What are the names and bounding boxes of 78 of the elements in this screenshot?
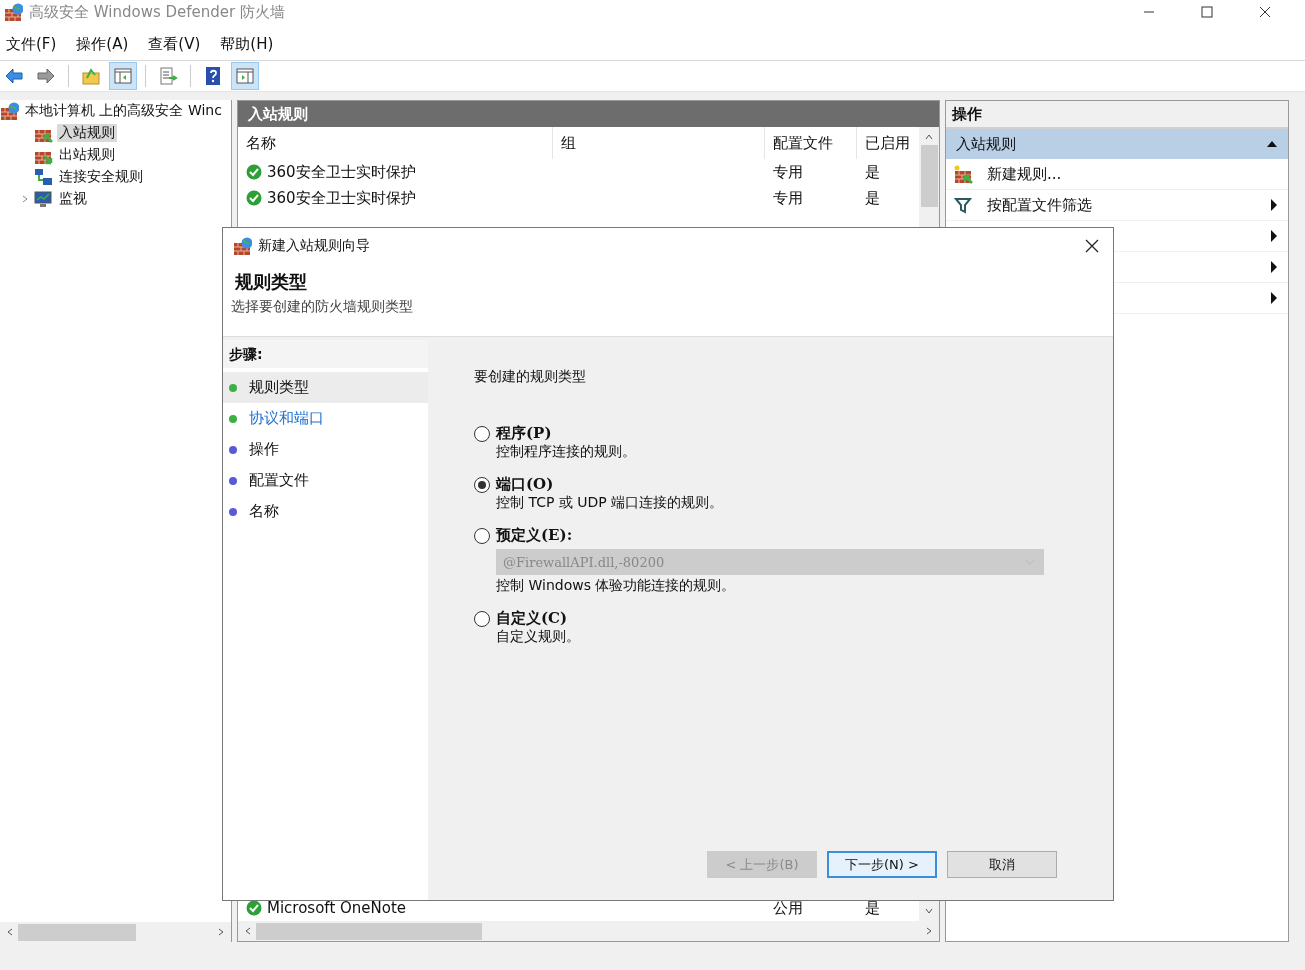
export-list-icon xyxy=(158,66,178,86)
prompt-text: 要创建的规则类型 xyxy=(474,368,587,386)
radio-option[interactable]: 程序(P) xyxy=(474,424,1113,443)
column-header[interactable]: 名称 xyxy=(238,127,553,159)
tree-item[interactable]: 出站规则 xyxy=(57,146,117,164)
menu-item[interactable]: 查看(V) xyxy=(148,34,201,54)
maximize-icon xyxy=(1201,6,1213,18)
menu-item[interactable]: 文件(F) xyxy=(6,34,57,54)
scroll-thumb[interactable] xyxy=(18,923,136,941)
horizontal-scrollbar[interactable] xyxy=(0,922,231,942)
computers-icon xyxy=(34,167,53,187)
radio-option[interactable]: 端口(O) xyxy=(474,475,1113,494)
horizontal-scrollbar[interactable] xyxy=(238,921,939,941)
wizard-button[interactable]: 下一步(N) > xyxy=(827,851,937,878)
column-header[interactable]: 配置文件 xyxy=(765,127,857,159)
column-header[interactable]: 组 xyxy=(553,127,765,159)
action-link[interactable]: 按配置文件筛选 xyxy=(987,195,1256,215)
tree-item[interactable]: 连接安全规则 xyxy=(57,168,145,186)
scroll-up-icon xyxy=(925,133,933,141)
table-cell: 360安全卫士实时保护 xyxy=(267,188,416,208)
table-cell: 是 xyxy=(865,188,880,208)
table-cell: 是 xyxy=(865,898,880,918)
step-item[interactable]: 规则类型 xyxy=(223,372,428,403)
option-description: 自定义规则。 xyxy=(495,628,581,646)
menu-item[interactable]: 操作(A) xyxy=(76,34,129,54)
column-header[interactable]: 已启用 xyxy=(857,127,917,159)
option-description: 控制 TCP 或 UDP 端口连接的规则。 xyxy=(495,494,725,512)
show-tree-icon xyxy=(113,66,133,86)
table-cell: 专用 xyxy=(773,188,803,208)
table-cell: 360安全卫士实时保护 xyxy=(267,162,416,182)
check-icon xyxy=(246,190,262,206)
dialog-title: 新建入站规则向导 xyxy=(258,237,370,255)
folder-up-icon xyxy=(81,66,101,86)
panel-header: 操作 xyxy=(946,101,1288,129)
scroll-left-icon xyxy=(6,928,14,936)
scroll-thumb[interactable] xyxy=(256,922,482,940)
section-header[interactable]: 入站规则 xyxy=(946,129,1288,159)
step-item[interactable]: 协议和端口 xyxy=(223,403,428,434)
table-cell: 公用 xyxy=(773,898,803,918)
new-firewall-icon xyxy=(954,164,973,184)
window-title: 高级安全 Windows Defender 防火墙 xyxy=(29,2,285,22)
table-cell: 专用 xyxy=(773,162,803,182)
scroll-right-icon xyxy=(217,928,225,936)
action-link[interactable]: 新建规则... xyxy=(987,164,1278,184)
filter-icon xyxy=(954,195,973,215)
wizard-button[interactable]: 取消 xyxy=(947,851,1057,878)
menu-item[interactable]: 帮助(H) xyxy=(220,34,274,54)
scroll-thumb[interactable] xyxy=(920,145,938,207)
firewall-globe-icon xyxy=(4,2,23,22)
tree-item[interactable]: 入站规则 xyxy=(57,124,117,142)
table-cell: 是 xyxy=(865,162,880,182)
scroll-right-icon xyxy=(925,927,933,935)
show-actions-icon xyxy=(235,66,255,86)
close-icon xyxy=(1259,6,1271,18)
help-icon xyxy=(203,66,223,86)
step-item[interactable]: 配置文件 xyxy=(223,465,428,496)
forward-arrow-icon xyxy=(36,66,56,86)
scroll-left-icon xyxy=(244,927,252,935)
scroll-down-icon xyxy=(925,907,933,915)
page-heading: 规则类型 xyxy=(234,270,308,294)
radio-option[interactable]: 预定义(E): xyxy=(474,526,1113,545)
option-description: 控制 Windows 体验功能连接的规则。 xyxy=(495,577,737,595)
back-arrow-icon xyxy=(4,66,24,86)
table-cell: Microsoft OneNote xyxy=(267,899,407,917)
close-icon xyxy=(1085,239,1099,253)
panel-header: 入站规则 xyxy=(238,101,939,127)
radio-option[interactable]: 自定义(C) xyxy=(474,609,1113,628)
tree-item[interactable]: 本地计算机 上的高级安全 Winc xyxy=(23,102,224,120)
step-item[interactable]: 名称 xyxy=(223,496,428,527)
check-icon xyxy=(246,164,262,180)
tree-item[interactable]: 监视 xyxy=(57,190,89,208)
page-subtitle: 选择要创建的防火墙规则类型 xyxy=(231,298,414,316)
step-item[interactable]: 操作 xyxy=(223,434,428,465)
firewall-globe-icon xyxy=(233,236,252,256)
firewall-globe-icon xyxy=(0,101,19,121)
steps-header: 步骤: xyxy=(223,340,428,368)
option-description: 控制程序连接的规则。 xyxy=(495,443,637,461)
monitor-icon xyxy=(34,189,53,209)
